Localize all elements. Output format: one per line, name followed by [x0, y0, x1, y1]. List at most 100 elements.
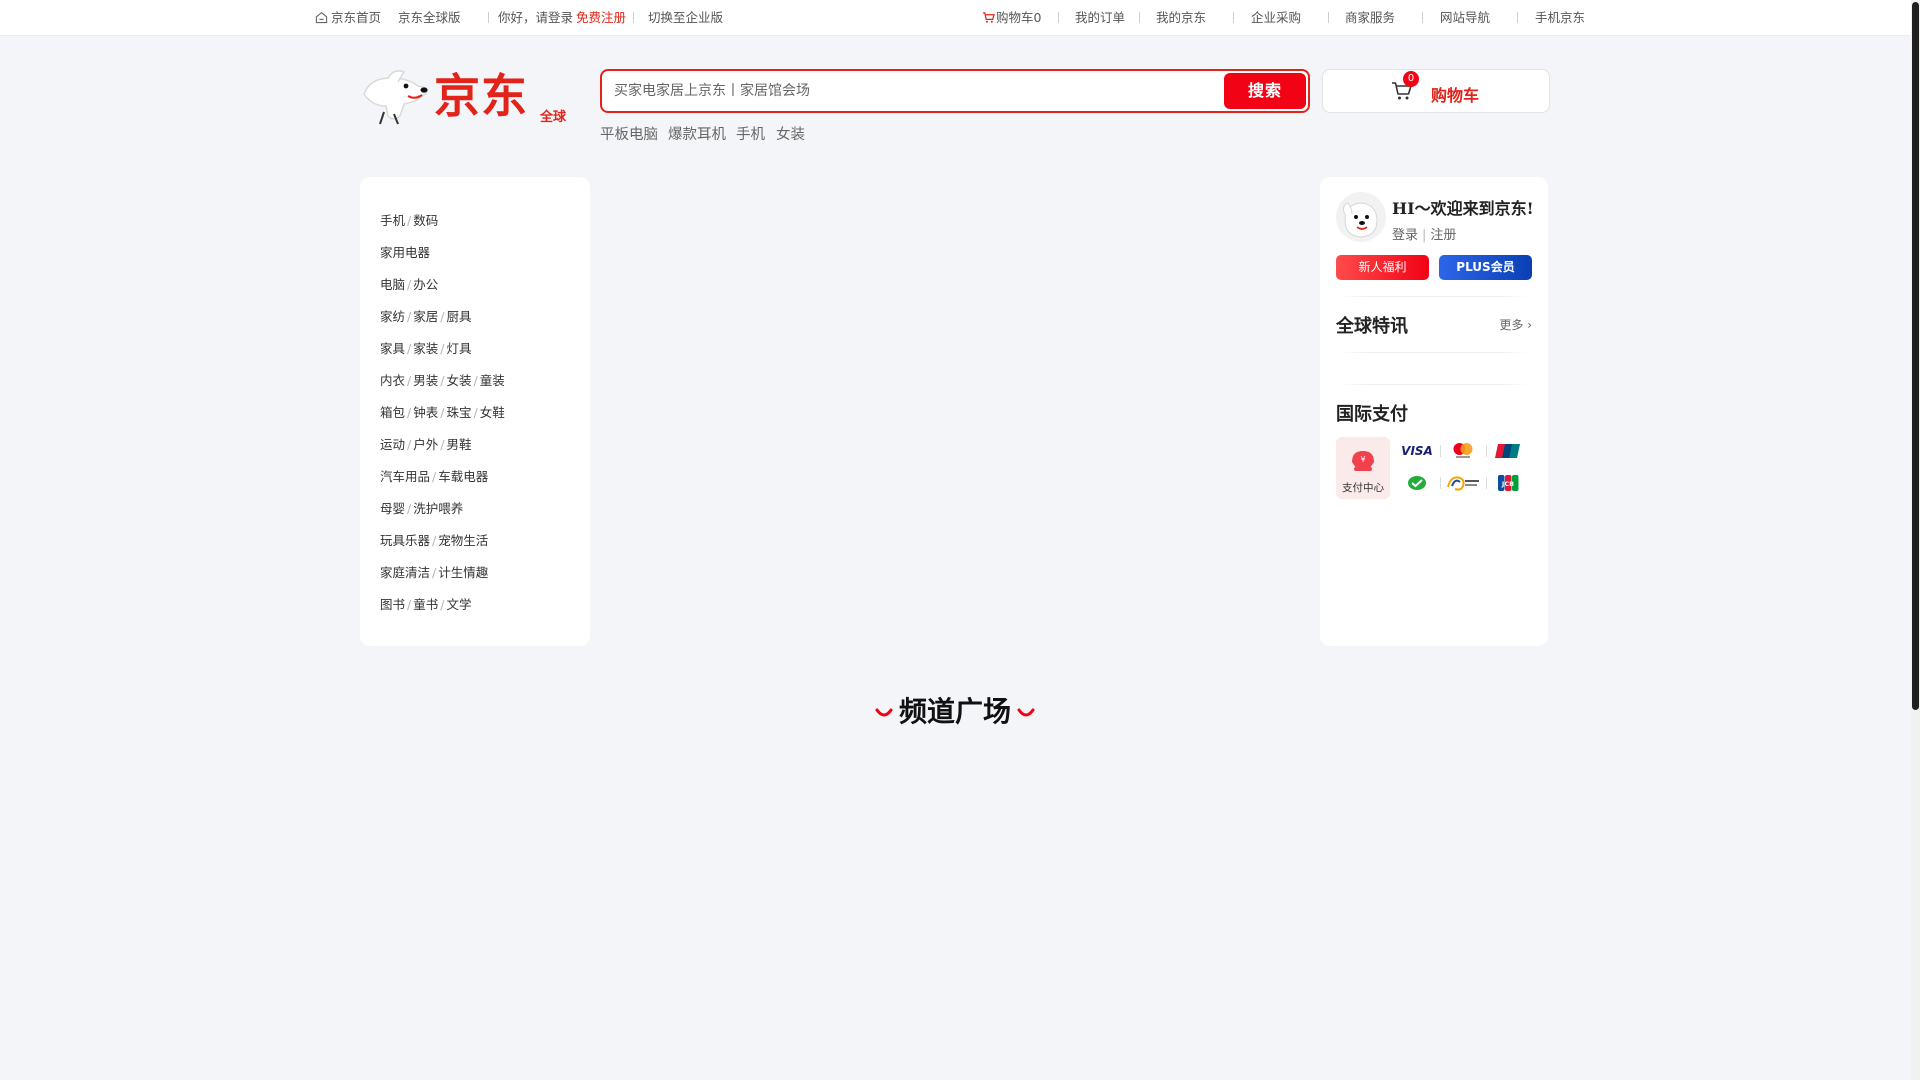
jd-logo[interactable]: 京东 全球 — [360, 66, 570, 128]
divider — [1440, 445, 1441, 457]
payment-title: 国际支付 — [1336, 404, 1408, 425]
divider — [1486, 477, 1487, 489]
global-version-link[interactable]: 京东全球版 — [398, 10, 461, 26]
logo-subtitle: 全球 — [540, 110, 567, 125]
category-separator: / — [440, 373, 445, 388]
mastercard-icon — [1453, 443, 1473, 458]
category-link[interactable]: 计生情趣 — [438, 565, 488, 580]
category-link[interactable]: 家居 — [413, 309, 438, 324]
category-link[interactable]: 女装 — [446, 373, 471, 388]
hot-word-link[interactable]: 手机 — [736, 123, 765, 144]
unionpay-icon — [1495, 444, 1520, 458]
category-separator: / — [407, 405, 412, 420]
page-scrollbar[interactable] — [1911, 0, 1920, 1080]
divider — [1486, 445, 1487, 457]
my-orders-link[interactable]: 我的订单 — [1075, 10, 1125, 26]
category-link[interactable]: 箱包 — [380, 405, 405, 420]
plus-member-button[interactable]: PLUS会员 — [1439, 255, 1532, 280]
joy-avatar-icon — [1336, 192, 1386, 242]
category-separator: / — [473, 405, 478, 420]
category-link[interactable]: 内衣 — [380, 373, 405, 388]
category-row: 家纺 / 家居 / 厨具 — [360, 309, 590, 341]
switch-enterprise-link[interactable]: 切换至企业版 — [648, 10, 723, 26]
home-link-label: 京东首页 — [331, 10, 382, 25]
visa-text: VISA — [1401, 444, 1433, 458]
logo-text: 京东 — [434, 69, 528, 123]
category-separator: / — [432, 533, 437, 548]
visa-icon: VISA — [1401, 444, 1433, 458]
category-link[interactable]: 钟表 — [413, 405, 438, 420]
category-link[interactable]: 家庭清洁 — [380, 565, 430, 580]
cart-button[interactable]: 0 购物车 — [1322, 69, 1550, 113]
register-link[interactable]: 免费注册 — [576, 10, 626, 26]
avatar[interactable] — [1336, 192, 1386, 242]
category-link[interactable]: 电脑 — [380, 277, 405, 292]
register-link[interactable]: 注册 — [1430, 228, 1456, 243]
login-link[interactable]: 登录 — [1392, 228, 1418, 243]
category-link[interactable]: 办公 — [413, 277, 438, 292]
category-link[interactable]: 家纺 — [380, 309, 405, 324]
category-link[interactable]: 玩具乐器 — [380, 533, 430, 548]
category-link[interactable]: 文学 — [446, 597, 471, 612]
divider — [1328, 12, 1329, 23]
merchant-service-link[interactable]: 商家服务 — [1345, 10, 1395, 26]
top-bar: 京东首页 京东全球版 你好，请登录 免费注册 切换至企业版 购物车0 我的订单 … — [0, 0, 1920, 36]
channel-square-heading: 频道广场 — [0, 690, 1910, 730]
category-separator: / — [432, 469, 437, 484]
category-link[interactable]: 宠物生活 — [438, 533, 488, 548]
category-link[interactable]: 家装 — [413, 341, 438, 356]
mobile-jd-link[interactable]: 手机京东 — [1535, 10, 1585, 26]
category-link[interactable]: 图书 — [380, 597, 405, 612]
hot-word-link[interactable]: 平板电脑 — [600, 123, 658, 144]
home-link[interactable]: 京东首页 — [315, 10, 381, 26]
divider — [1517, 12, 1518, 23]
new-user-benefits-button[interactable]: 新人福利 — [1336, 255, 1429, 280]
category-link[interactable]: 家具 — [380, 341, 405, 356]
category-link[interactable]: 手机 — [380, 213, 405, 228]
category-link[interactable]: 母婴 — [380, 501, 405, 516]
hot-word-link[interactable]: 女装 — [776, 123, 805, 144]
site-nav-link[interactable]: 网站导航 — [1440, 10, 1490, 26]
category-link[interactable]: 灯具 — [446, 341, 471, 356]
svg-text:¥: ¥ — [1360, 455, 1365, 464]
news-more-link[interactable]: 更多 › — [1499, 316, 1532, 333]
category-menu: 手机 / 数码 家用电器 电脑 / 办公 家纺 / 家居 / 厨具 家具 / 家装 / 灯具 内衣 / 男装 / 女装 / 童… — [360, 177, 590, 646]
category-separator: / — [407, 437, 412, 452]
divider — [1058, 12, 1059, 23]
category-link[interactable]: 户外 — [413, 437, 438, 452]
category-link[interactable]: 车载电器 — [438, 469, 488, 484]
category-link[interactable]: 童装 — [480, 373, 505, 388]
category-row: 母婴 / 洗护喂养 — [360, 501, 590, 533]
divider — [633, 12, 634, 23]
divider — [1336, 296, 1532, 297]
topbar-cart-link[interactable]: 购物车0 — [982, 10, 1041, 26]
category-separator: / — [407, 373, 412, 388]
category-link[interactable]: 厨具 — [446, 309, 471, 324]
category-link[interactable]: 家用电器 — [380, 245, 430, 260]
category-link[interactable]: 汽车用品 — [380, 469, 430, 484]
category-link[interactable]: 洗护喂养 — [413, 501, 463, 516]
search-input[interactable] — [612, 77, 1212, 105]
smile-icon — [1017, 708, 1035, 717]
hot-word-link[interactable]: 爆款耳机 — [668, 123, 726, 144]
category-link[interactable]: 男装 — [413, 373, 438, 388]
payment-center-button[interactable]: ¥ 支付中心 — [1336, 437, 1390, 499]
enterprise-purchase-link[interactable]: 企业采购 — [1251, 10, 1301, 26]
divider — [1336, 352, 1532, 353]
chevron-right-icon: › — [1527, 318, 1532, 332]
joy-dog-mascot-icon — [363, 70, 429, 125]
category-separator: / — [407, 597, 412, 612]
category-link[interactable]: 童书 — [413, 597, 438, 612]
scrollbar-thumb[interactable] — [1912, 2, 1919, 710]
login-link[interactable]: 你好，请登录 — [498, 10, 573, 26]
category-link[interactable]: 珠宝 — [446, 405, 471, 420]
search-button[interactable]: 搜索 — [1224, 73, 1306, 109]
category-link[interactable]: 女鞋 — [480, 405, 505, 420]
payment-center-icon: ¥ — [1352, 451, 1374, 471]
category-link[interactable]: 数码 — [413, 213, 438, 228]
cart-icon — [982, 12, 995, 23]
my-jd-link[interactable]: 我的京东 — [1156, 10, 1206, 26]
channel-title: 频道广场 — [898, 695, 1011, 728]
category-link[interactable]: 男鞋 — [446, 437, 471, 452]
category-link[interactable]: 运动 — [380, 437, 405, 452]
